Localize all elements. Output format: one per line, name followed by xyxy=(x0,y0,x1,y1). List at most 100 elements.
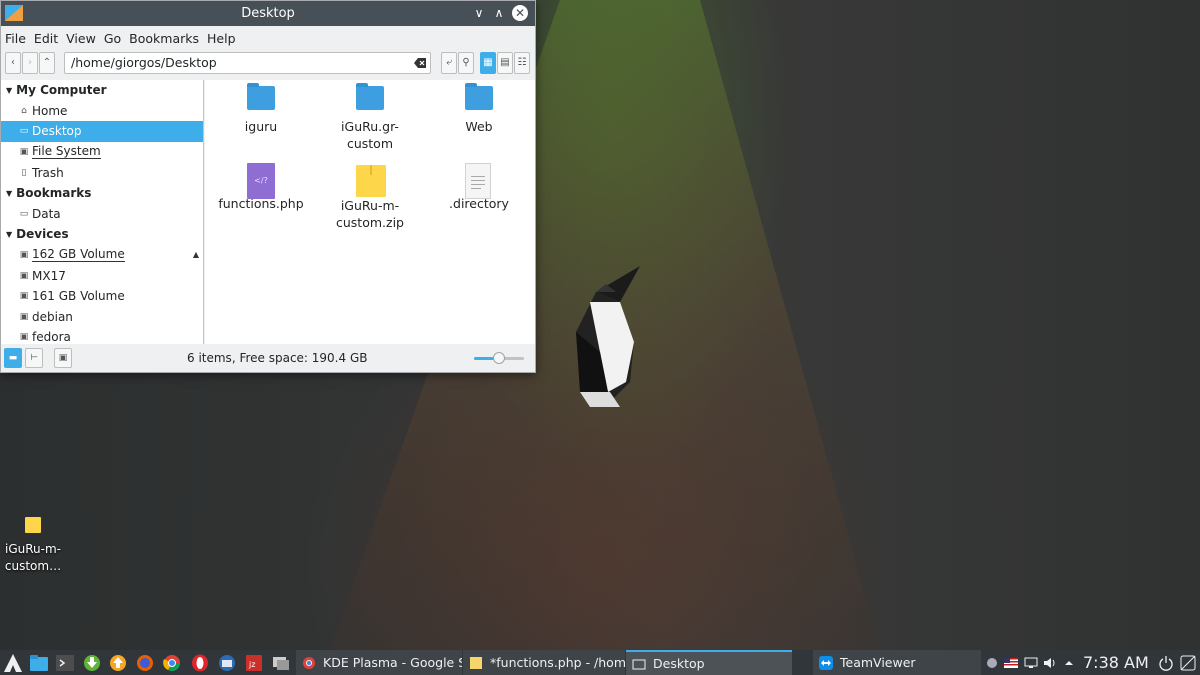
icons-view-button[interactable]: ▦ xyxy=(480,52,496,74)
chrome-icon xyxy=(303,656,315,669)
us-flag-icon[interactable] xyxy=(1004,656,1018,670)
places-item-home[interactable]: ⌂ Home xyxy=(1,101,203,122)
task-teamviewer[interactable]: TeamViewer xyxy=(813,650,981,675)
home-icon: ⌂ xyxy=(21,105,27,116)
split-view-button[interactable]: ⤶ xyxy=(441,52,457,74)
window-titlebar[interactable]: Desktop ∨ ∧ ✕ xyxy=(1,1,535,26)
svg-text:jz: jz xyxy=(248,660,255,669)
places-header-bookmarks[interactable]: ▼ Bookmarks xyxy=(1,183,203,204)
tray-expand-icon[interactable] xyxy=(1062,656,1076,670)
file-item-iguru[interactable]: iguru xyxy=(213,80,309,135)
file-view[interactable]: iguru iGuRu.gr- custom Web </? functions… xyxy=(205,80,535,344)
drive-icon: ▣ xyxy=(19,270,29,281)
compact-view-icon: ▤ xyxy=(500,57,510,68)
places-panel: ▼ My Computer ⌂ Home ▭ Desktop ▣ File Sy… xyxy=(1,80,204,344)
menu-bookmarks[interactable]: Bookmarks xyxy=(129,31,199,46)
terminal-launcher-icon[interactable] xyxy=(55,653,75,673)
search-button[interactable]: ⚲ xyxy=(458,52,474,74)
statusbar: ▬ ⊢ ▣ 6 items, Free space: 190.4 GB xyxy=(1,344,535,372)
menu-file[interactable]: File xyxy=(5,31,26,46)
file-name-line2: custom.zip xyxy=(336,215,404,230)
places-item-desktop[interactable]: ▭ Desktop xyxy=(1,121,203,142)
system-settings-launcher-icon[interactable] xyxy=(271,653,291,673)
drive-icon: ▣ xyxy=(19,147,29,158)
file-name: Web xyxy=(465,119,493,134)
places-item-fedora[interactable]: ▣ fedora xyxy=(1,327,203,344)
weather-icon[interactable] xyxy=(985,656,999,670)
file-item-iguru-gr-custom[interactable]: iGuRu.gr- custom xyxy=(322,80,418,152)
task-desktop[interactable]: Desktop xyxy=(626,650,792,675)
minimize-button[interactable]: ∨ xyxy=(471,5,487,21)
thunderbird-launcher-icon[interactable] xyxy=(217,653,237,673)
close-button[interactable]: ✕ xyxy=(512,5,528,21)
updater-launcher-icon[interactable] xyxy=(108,653,128,673)
opera-launcher-icon[interactable] xyxy=(190,653,210,673)
zip-file-icon xyxy=(356,165,386,197)
location-bar[interactable]: /home/giorgos/Desktop xyxy=(64,52,431,74)
toggle-places-button[interactable]: ▬ xyxy=(4,348,22,368)
file-name: iguru xyxy=(244,119,278,134)
taskbar: jz KDE Plasma - Google Se... *functions.… xyxy=(0,650,1200,675)
menu-go[interactable]: Go xyxy=(104,31,121,46)
menu-edit[interactable]: Edit xyxy=(34,31,58,46)
menu-view[interactable]: View xyxy=(66,31,96,46)
up-button[interactable]: ⌃ xyxy=(39,52,55,74)
menubar: File Edit View Go Bookmarks Help xyxy=(1,26,535,50)
trash-icon: ▯ xyxy=(21,167,27,178)
icons-view-icon: ▦ xyxy=(483,57,493,68)
collapse-arrow-icon: ▼ xyxy=(6,229,13,239)
details-view-button[interactable]: ☷ xyxy=(514,52,530,74)
zoom-slider-handle[interactable] xyxy=(493,352,505,364)
info-panel-icon: ▣ xyxy=(58,353,68,363)
file-name: iGuRu.gr- xyxy=(341,119,399,134)
file-name: iGuRu-m- xyxy=(340,198,400,213)
file-item-web[interactable]: Web xyxy=(431,80,527,135)
places-item-trash[interactable]: ▯ Trash xyxy=(1,162,203,183)
downloader-launcher-icon[interactable] xyxy=(82,653,102,673)
details-view-icon: ☷ xyxy=(517,57,527,68)
file-item-functions-php[interactable]: </? functions.php xyxy=(213,161,309,212)
application-launcher-icon[interactable] xyxy=(3,653,23,673)
places-header-devices[interactable]: ▼ Devices xyxy=(1,224,203,245)
forward-button[interactable]: › xyxy=(22,52,38,74)
places-item-debian[interactable]: ▣ debian xyxy=(1,307,203,328)
dolphin-app-icon xyxy=(5,5,23,21)
menu-help[interactable]: Help xyxy=(207,31,236,46)
chevron-left-icon: ‹ xyxy=(11,57,15,68)
places-header-my-computer[interactable]: ▼ My Computer xyxy=(1,80,203,101)
clear-text-icon[interactable] xyxy=(414,58,426,68)
drive-icon: ▣ xyxy=(19,250,29,261)
toggle-tree-button[interactable]: ⊢ xyxy=(25,348,43,368)
file-item-iguru-m-custom-zip[interactable]: iGuRu-m- custom.zip xyxy=(322,161,418,231)
places-item-162gb-volume[interactable]: ▣ 162 GB Volume ▲ xyxy=(1,245,203,266)
php-file-icon: </? xyxy=(247,163,275,199)
places-item-mx17[interactable]: ▣ MX17 xyxy=(1,265,203,286)
places-item-file-system[interactable]: ▣ File System xyxy=(1,142,203,163)
network-icon[interactable] xyxy=(1024,656,1038,670)
back-button[interactable]: ‹ xyxy=(5,52,21,74)
toggle-info-button[interactable]: ▣ xyxy=(54,348,72,368)
file-item-directory[interactable]: .directory xyxy=(431,161,527,212)
places-item-data[interactable]: ▭ Data xyxy=(1,204,203,225)
task-editor[interactable]: *functions.php - /home... xyxy=(463,650,625,675)
places-item-161gb-volume[interactable]: ▣ 161 GB Volume xyxy=(1,286,203,307)
tree-icon: ⊢ xyxy=(30,353,38,363)
toolbar: ‹ › ⌃ /home/giorgos/Desktop ⤶ ⚲ ▦ ▤ ☷ xyxy=(1,50,535,80)
pdf-reader-launcher-icon[interactable]: jz xyxy=(244,653,264,673)
eject-icon[interactable]: ▲ xyxy=(193,250,199,259)
file-name-line2: custom xyxy=(346,136,394,151)
file-manager-launcher-icon[interactable] xyxy=(29,653,49,673)
show-desktop-icon[interactable] xyxy=(1180,655,1196,671)
firefox-launcher-icon[interactable] xyxy=(135,653,155,673)
task-chrome[interactable]: KDE Plasma - Google Se... xyxy=(296,650,462,675)
maximize-button[interactable]: ∧ xyxy=(491,5,507,21)
search-icon: ⚲ xyxy=(462,57,470,68)
clock[interactable]: 7:38 AM xyxy=(1083,653,1149,672)
teamviewer-icon xyxy=(819,655,833,670)
zoom-slider[interactable] xyxy=(474,352,524,364)
compact-view-button[interactable]: ▤ xyxy=(497,52,513,74)
volume-icon[interactable] xyxy=(1043,656,1057,670)
desktop-icon-zip[interactable]: iGuRu-m- custom… xyxy=(2,515,64,575)
power-icon[interactable] xyxy=(1158,655,1174,671)
chrome-launcher-icon[interactable] xyxy=(162,653,182,673)
